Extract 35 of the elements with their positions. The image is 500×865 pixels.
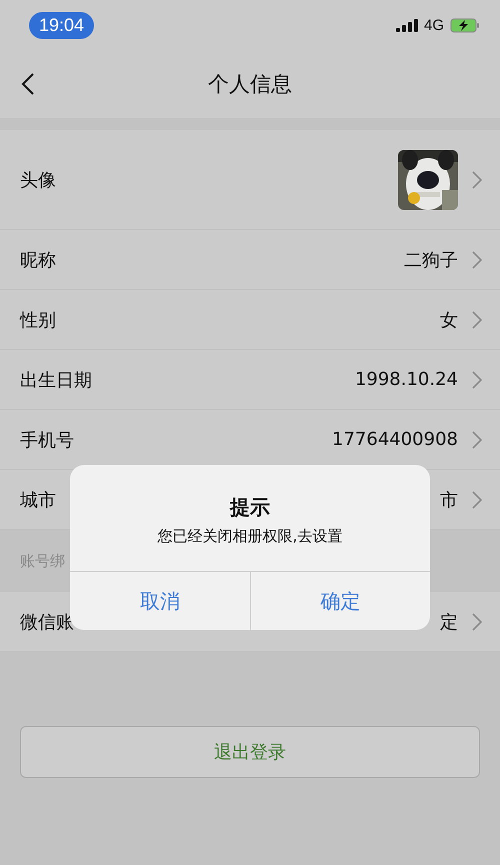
list-row[interactable]: 手机号 17764400908 [0, 410, 500, 470]
chevron-icon [472, 490, 482, 508]
chevron-icon [472, 430, 482, 448]
list-row[interactable]: 头像 [0, 130, 500, 230]
row-value: 17764400908 [332, 429, 458, 450]
row-label: 城市 [20, 488, 56, 512]
row-label: 性别 [20, 308, 56, 332]
chevron-icon [472, 250, 482, 268]
row-value: 定 [440, 610, 458, 634]
row-value: 市 [440, 488, 458, 512]
list-row[interactable]: 出生日期 1998.10.24 [0, 350, 500, 410]
status-time: 19:04 [29, 12, 94, 38]
chevron-icon [472, 612, 482, 630]
row-label: 昵称 [20, 248, 56, 272]
row-label: 手机号 [20, 428, 74, 452]
dialog-title: 提示 [230, 494, 270, 521]
page-title: 个人信息 [208, 71, 292, 98]
back-icon[interactable] [21, 72, 35, 96]
row-label: 微信账 [20, 610, 74, 634]
battery-icon [450, 18, 480, 32]
network-label: 4G [424, 16, 444, 34]
signal-icon [396, 18, 418, 32]
section-title: 账号绑 [20, 552, 65, 570]
chevron-icon [472, 170, 482, 188]
chevron-icon [472, 370, 482, 388]
list-row[interactable]: 昵称 二狗子 [0, 230, 500, 290]
chevron-icon [472, 310, 482, 328]
dialog-message: 您已经关闭相册权限,去设置 [158, 527, 342, 546]
row-value: 女 [440, 308, 458, 332]
row-value: 1998.10.24 [354, 369, 458, 390]
dialog-button[interactable]: 确定 [250, 572, 430, 630]
row-label: 出生日期 [20, 368, 92, 392]
row-label: 头像 [20, 168, 56, 192]
list-row[interactable]: 性别 女 [0, 290, 500, 350]
row-value: 二狗子 [404, 248, 458, 272]
